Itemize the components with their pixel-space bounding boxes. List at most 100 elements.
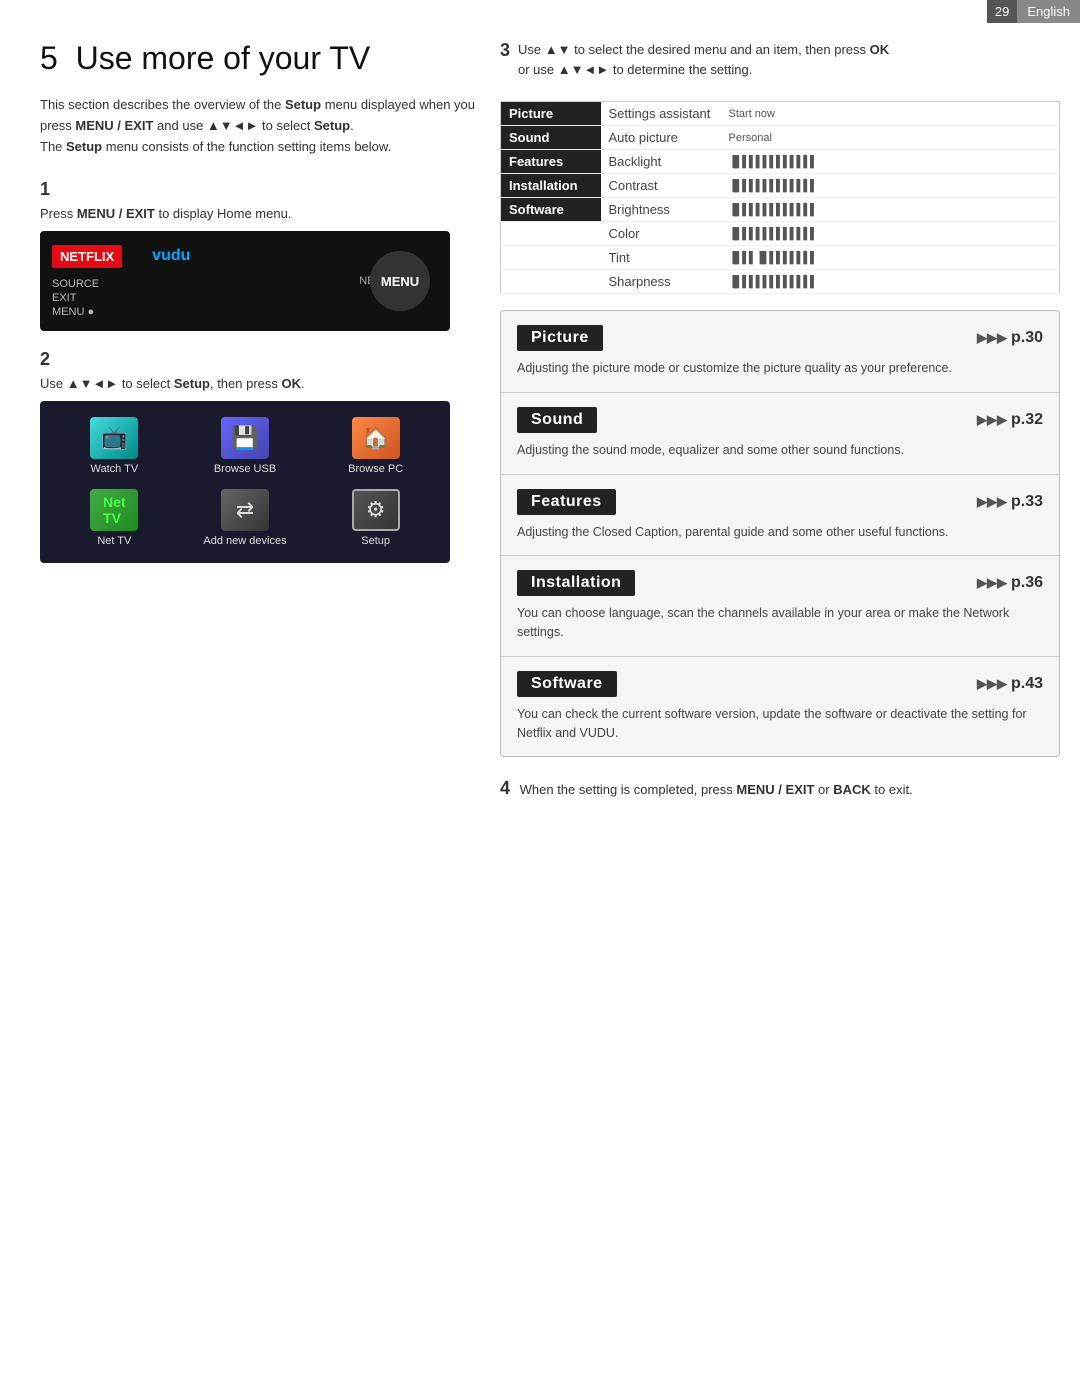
value-start-now: Start now <box>721 102 1060 126</box>
step-1: 1 Press MENU / EXIT to display Home menu… <box>40 179 480 331</box>
item-tint: Tint <box>601 246 721 270</box>
bar-contrast: ▐▌▌▌▌▌▌▌▌▌▌▌▌ <box>721 174 1060 198</box>
bar-tint: ▐▌▌▌▐▌▌▌▌▌▌▌▌ <box>721 246 1060 270</box>
bar-backlight: ▐▌▌▌▌▌▌▌▌▌▌▌▌ <box>721 150 1060 174</box>
net-tv-icon: NetTV <box>90 489 138 531</box>
table-row: Features Backlight ▐▌▌▌▌▌▌▌▌▌▌▌▌ <box>501 150 1060 174</box>
card-header-sound: Sound ▶▶▶ p.32 <box>517 407 1043 433</box>
info-card-software: Software ▶▶▶ p.43 You can check the curr… <box>501 657 1059 757</box>
step-1-text: Press MENU / EXIT to display Home menu. <box>40 206 480 221</box>
menu-circle: MENU <box>370 251 430 311</box>
card-badge-features: Features <box>517 489 616 515</box>
item-contrast: Contrast <box>601 174 721 198</box>
cat-empty-2 <box>501 246 601 270</box>
cat-sound: Sound <box>501 126 601 150</box>
table-row: Software Brightness ▐▌▌▌▌▌▌▌▌▌▌▌▌ <box>501 198 1060 222</box>
watch-tv-label: Watch TV <box>90 463 138 475</box>
menu-label: MENU ● <box>52 306 99 318</box>
info-card-installation: Installation ▶▶▶ p.36 You can choose lan… <box>501 556 1059 657</box>
item-backlight: Backlight <box>601 150 721 174</box>
info-card-picture: Picture ▶▶▶ p.30 Adjusting the picture m… <box>501 311 1059 393</box>
table-row: Color ▐▌▌▌▌▌▌▌▌▌▌▌▌ <box>501 222 1060 246</box>
exit-label: EXIT <box>52 292 99 304</box>
table-row: Sharpness ▐▌▌▌▌▌▌▌▌▌▌▌▌ <box>501 270 1060 294</box>
watch-tv-icon: 📺 <box>90 417 138 459</box>
table-row: Sound Auto picture Personal <box>501 126 1060 150</box>
cat-picture: Picture <box>501 102 601 126</box>
home-menu-image: NETFLIX vudu SOURCE EXIT MENU ● NET TV M… <box>40 231 450 331</box>
card-page-sound: ▶▶▶ p.32 <box>977 411 1043 429</box>
add-devices-label: Add new devices <box>203 535 286 547</box>
value-personal: Personal <box>721 126 1060 150</box>
bar-brightness: ▐▌▌▌▌▌▌▌▌▌▌▌▌ <box>721 198 1060 222</box>
page-icon-features: ▶▶▶ <box>977 494 1007 510</box>
bar-color: ▐▌▌▌▌▌▌▌▌▌▌▌▌ <box>721 222 1060 246</box>
step-3-text: Use ▲▼ to select the desired menu and an… <box>518 40 889 79</box>
setup-icon: ⚙ <box>352 489 400 531</box>
right-column: 3 Use ▲▼ to select the desired menu and … <box>500 40 1060 802</box>
cat-installation: Installation <box>501 174 601 198</box>
netflix-logo: NETFLIX <box>52 245 122 268</box>
browse-usb-icon: 💾 <box>221 417 269 459</box>
vudu-logo: vudu <box>152 247 190 265</box>
page-icon-sound: ▶▶▶ <box>977 412 1007 428</box>
source-label: SOURCE <box>52 278 99 290</box>
page-icon-software: ▶▶▶ <box>977 676 1007 692</box>
step-3-number: 3 <box>500 40 510 61</box>
language-label: English <box>1017 0 1080 23</box>
step-2: 2 Use ▲▼◄► to select Setup, then press O… <box>40 349 480 563</box>
card-header-picture: Picture ▶▶▶ p.30 <box>517 325 1043 351</box>
page-num-picture: p.30 <box>1011 329 1043 347</box>
page-num-sound: p.32 <box>1011 411 1043 429</box>
table-row: Tint ▐▌▌▌▐▌▌▌▌▌▌▌▌ <box>501 246 1060 270</box>
table-row: Picture Settings assistant Start now <box>501 102 1060 126</box>
step-4: 4 When the setting is completed, press M… <box>500 775 1060 802</box>
item-brightness: Brightness <box>601 198 721 222</box>
menu-settings-table: Picture Settings assistant Start now Sou… <box>500 101 1060 294</box>
card-page-software: ▶▶▶ p.43 <box>977 675 1043 693</box>
setup-grid: 📺 Watch TV 💾 Browse USB 🏠 Browse PC NetT… <box>40 401 450 563</box>
card-badge-installation: Installation <box>517 570 635 596</box>
card-desc-software: You can check the current software versi… <box>517 705 1043 743</box>
add-devices-icon: ⇄ <box>221 489 269 531</box>
chapter-title: 5 Use more of your TV <box>40 40 480 77</box>
page-num-features: p.33 <box>1011 493 1043 511</box>
card-desc-picture: Adjusting the picture mode or customize … <box>517 359 1043 378</box>
page-num-software: p.43 <box>1011 675 1043 693</box>
setup-item-adddev: ⇄ Add new devices <box>187 489 304 547</box>
item-sharpness: Sharpness <box>601 270 721 294</box>
left-column: 5 Use more of your TV This section descr… <box>40 40 480 581</box>
card-desc-installation: You can choose language, scan the channe… <box>517 604 1043 642</box>
card-header-installation: Installation ▶▶▶ p.36 <box>517 570 1043 596</box>
page-icon-installation: ▶▶▶ <box>977 575 1007 591</box>
bar-sharpness: ▐▌▌▌▌▌▌▌▌▌▌▌▌ <box>721 270 1060 294</box>
page-num-installation: p.36 <box>1011 574 1043 592</box>
browse-usb-label: Browse USB <box>214 463 276 475</box>
cat-software: Software <box>501 198 601 222</box>
setup-item-setup: ⚙ Setup <box>317 489 434 547</box>
card-page-installation: ▶▶▶ p.36 <box>977 574 1043 592</box>
item-color: Color <box>601 222 721 246</box>
setup-item-watchtv: 📺 Watch TV <box>56 417 173 475</box>
card-header-software: Software ▶▶▶ p.43 <box>517 671 1043 697</box>
setup-item-browsepc: 🏠 Browse PC <box>317 417 434 475</box>
card-badge-software: Software <box>517 671 617 697</box>
step-2-text: Use ▲▼◄► to select Setup, then press OK. <box>40 376 480 391</box>
card-header-features: Features ▶▶▶ p.33 <box>517 489 1043 515</box>
step-3: 3 Use ▲▼ to select the desired menu and … <box>500 40 1060 757</box>
browse-pc-icon: 🏠 <box>352 417 400 459</box>
card-desc-sound: Adjusting the sound mode, equalizer and … <box>517 441 1043 460</box>
setup-item-nettv: NetTV Net TV <box>56 489 173 547</box>
step-4-number: 4 <box>500 778 510 798</box>
cat-empty-1 <box>501 222 601 246</box>
page-number: 29 <box>987 0 1017 23</box>
table-row: Installation Contrast ▐▌▌▌▌▌▌▌▌▌▌▌▌ <box>501 174 1060 198</box>
setup-item-browseusb: 💾 Browse USB <box>187 417 304 475</box>
cat-features: Features <box>501 150 601 174</box>
step-2-number: 2 <box>40 349 480 370</box>
info-cards-container: Picture ▶▶▶ p.30 Adjusting the picture m… <box>500 310 1060 757</box>
top-bar: 29 English <box>987 0 1080 23</box>
net-tv-label-grid: Net TV <box>97 535 131 547</box>
item-settings-assistant: Settings assistant <box>601 102 721 126</box>
card-page-picture: ▶▶▶ p.30 <box>977 329 1043 347</box>
